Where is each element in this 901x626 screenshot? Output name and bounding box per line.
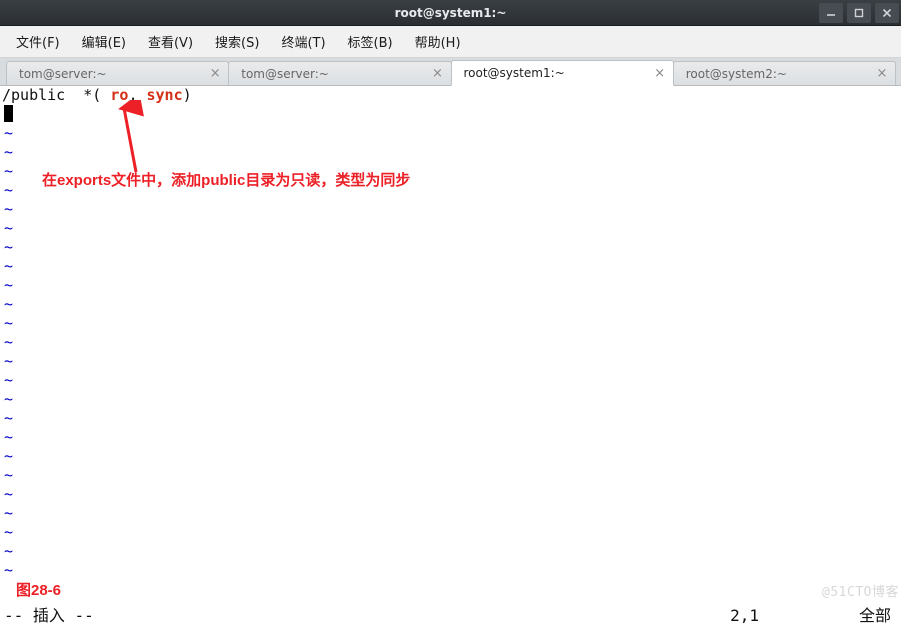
vim-cursor-pos: 2,1 [94, 606, 859, 625]
vim-status-line: -- 插入 -- 2,1 全部 [0, 604, 901, 626]
watermark: @51CTO博客 [822, 583, 899, 602]
editor-content: /public *( ro, sync) ~ ~ ~ ~ ~ ~ ~ ~ ~ ~… [2, 86, 901, 105]
tab-3[interactable]: root@system1:~ × [451, 60, 674, 86]
menu-view[interactable]: 查看(V) [138, 28, 203, 55]
tab-close-icon[interactable]: × [208, 67, 222, 81]
maximize-button[interactable] [847, 3, 871, 23]
maximize-icon [854, 8, 864, 18]
text-cursor [4, 105, 13, 122]
tab-1[interactable]: tom@server:~ × [6, 61, 229, 85]
minimize-button[interactable] [819, 3, 843, 23]
figure-label: 图28-6 [16, 581, 61, 600]
menu-edit[interactable]: 编辑(E) [72, 28, 136, 55]
close-button[interactable] [875, 3, 899, 23]
tab-label: root@system1:~ [464, 66, 649, 80]
vim-tildes: ~ ~ ~ ~ ~ ~ ~ ~ ~ ~ ~ ~ ~ ~ ~ ~ ~ ~ ~ ~ … [4, 124, 13, 580]
terminal-area[interactable]: /public *( ro, sync) ~ ~ ~ ~ ~ ~ ~ ~ ~ ~… [0, 86, 901, 626]
tab-label: root@system2:~ [686, 67, 871, 81]
vim-scroll: 全部 [859, 606, 897, 625]
tab-label: tom@server:~ [241, 67, 426, 81]
vim-mode: -- 插入 -- [4, 606, 94, 625]
minimize-icon [826, 8, 836, 18]
menu-help[interactable]: 帮助(H) [405, 28, 471, 55]
tab-close-icon[interactable]: × [653, 66, 667, 80]
tab-close-icon[interactable]: × [875, 67, 889, 81]
title-bar: root@system1:~ [0, 0, 901, 26]
window-buttons [817, 0, 901, 26]
menu-file[interactable]: 文件(F) [6, 28, 70, 55]
menu-terminal[interactable]: 终端(T) [271, 28, 335, 55]
menu-search[interactable]: 搜索(S) [205, 28, 269, 55]
close-icon [882, 8, 892, 18]
menu-tabs[interactable]: 标签(B) [338, 28, 403, 55]
tab-close-icon[interactable]: × [431, 67, 445, 81]
menu-bar: 文件(F) 编辑(E) 查看(V) 搜索(S) 终端(T) 标签(B) 帮助(H… [0, 26, 901, 58]
tab-bar: tom@server:~ × tom@server:~ × root@syste… [0, 58, 901, 86]
tab-label: tom@server:~ [19, 67, 204, 81]
annotation-text: 在exports文件中，添加public目录为只读，类型为同步 [42, 171, 410, 190]
tab-2[interactable]: tom@server:~ × [228, 61, 451, 85]
window-title: root@system1:~ [0, 6, 901, 20]
tab-4[interactable]: root@system2:~ × [673, 61, 896, 85]
editor-line-1: /public *( ro, sync) [2, 86, 901, 105]
annotation-arrow [112, 100, 172, 180]
